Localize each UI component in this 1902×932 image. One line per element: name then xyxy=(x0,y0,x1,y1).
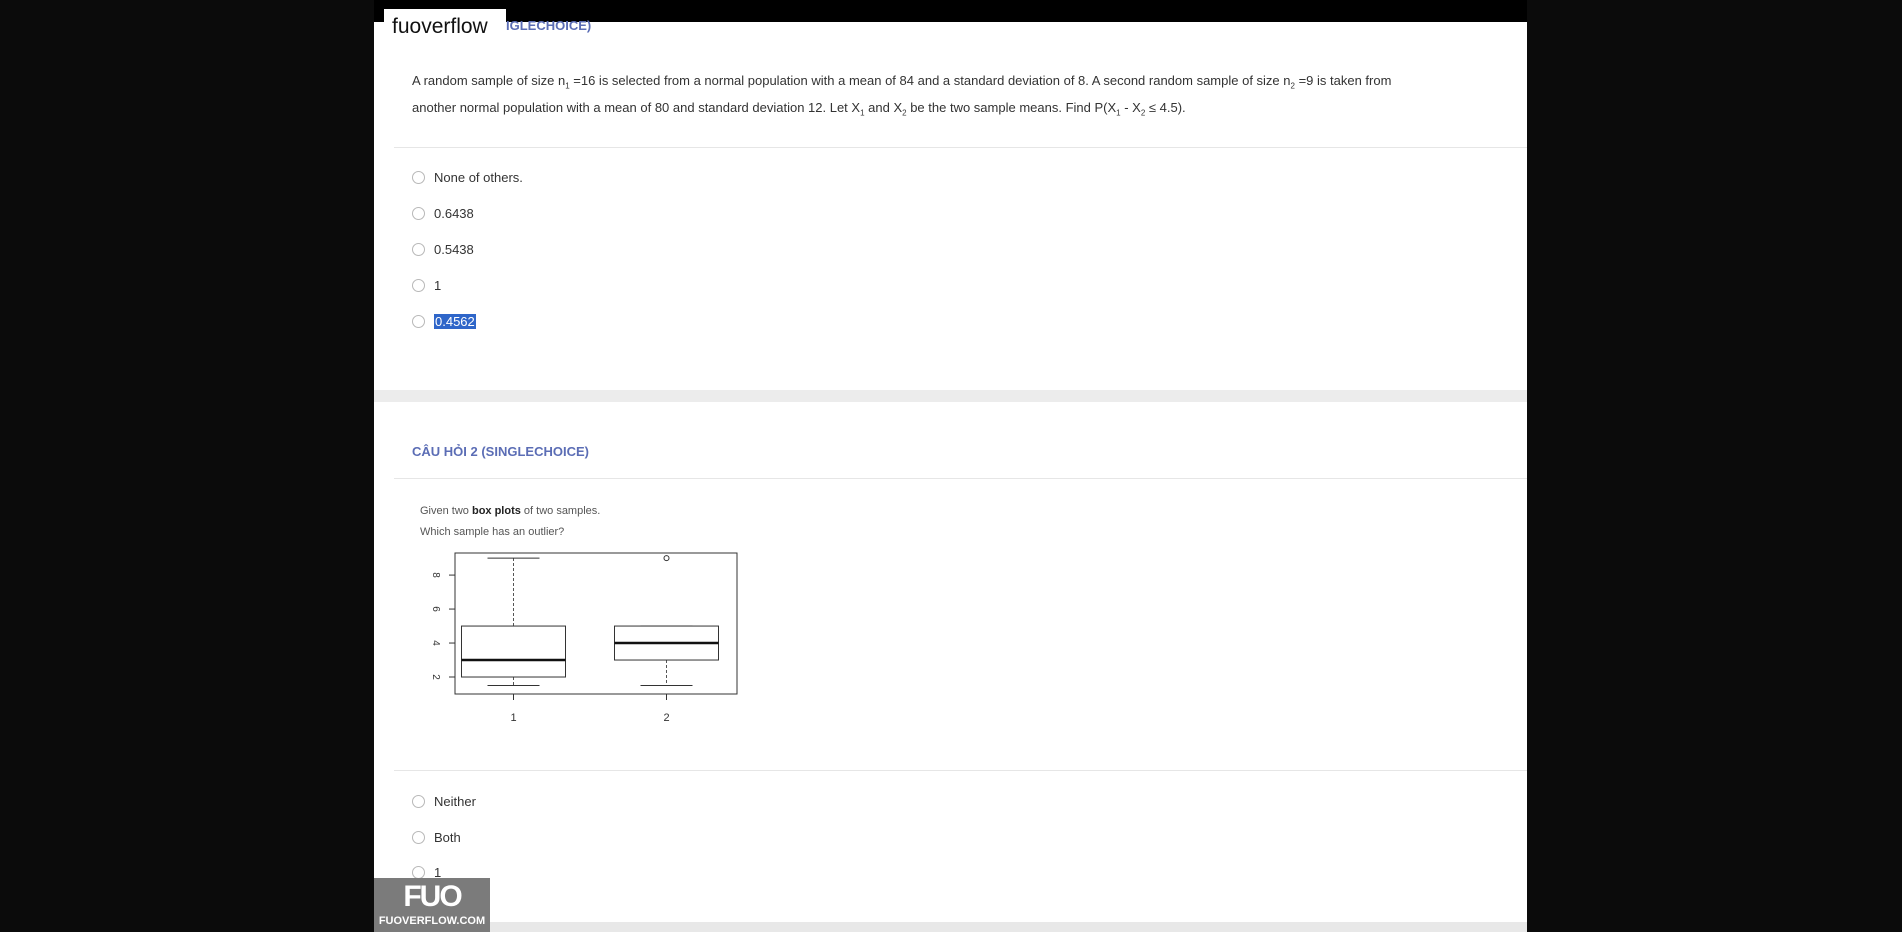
box-plot-chart: 2 4 6 8 1 2 xyxy=(430,552,738,724)
box-2-outlier-0 xyxy=(663,555,670,562)
option-label: Both xyxy=(434,829,461,845)
q2-option-1[interactable]: Neither xyxy=(412,792,476,810)
question-2-header: CÂU HỎI 2 (SINGLECHOICE) xyxy=(412,444,589,459)
question-1-header: IGLECHOICE) xyxy=(506,18,592,33)
divider xyxy=(394,147,1527,148)
x-tick-label-1: 1 xyxy=(510,712,516,724)
radio-button[interactable] xyxy=(412,314,425,328)
y-tick-label-4: 4 xyxy=(430,640,441,646)
x-tick-label-2: 2 xyxy=(663,712,669,724)
site-name-label: fuoverflow xyxy=(384,9,506,44)
y-tick-label-2: 2 xyxy=(430,674,441,680)
y-tick-label-8: 8 xyxy=(430,572,441,578)
radio-button[interactable] xyxy=(412,278,425,292)
q2-option-2[interactable]: Both xyxy=(412,828,461,846)
divider xyxy=(394,770,1527,771)
radio-button[interactable] xyxy=(412,794,425,808)
bottom-bar xyxy=(374,922,1527,932)
q1-option-4[interactable]: 1 xyxy=(412,276,441,294)
fuoverflow-logo: FUO FUOVERFLOW.COM xyxy=(374,878,490,932)
q1-option-1[interactable]: None of others. xyxy=(412,168,523,186)
logo-text: FUOVERFLOW.COM xyxy=(378,915,486,927)
radio-button[interactable] xyxy=(412,865,425,879)
radio-button[interactable] xyxy=(412,170,425,184)
radio-button[interactable] xyxy=(412,830,425,844)
option-label: 1 xyxy=(434,277,442,293)
option-label-selected: 0.4562 xyxy=(434,313,476,329)
question-2-intro: Given two box plots of two samples. xyxy=(420,505,601,517)
option-label: None of others. xyxy=(434,169,523,185)
y-tick-label-6: 6 xyxy=(430,606,441,612)
panel-divider xyxy=(374,390,1527,402)
q1-option-2[interactable]: 0.6438 xyxy=(412,204,474,222)
radio-button[interactable] xyxy=(412,242,425,256)
option-label: 0.5438 xyxy=(434,241,474,257)
option-label: Neither xyxy=(434,793,476,809)
question-1-text: A random sample of size n1 =16 is select… xyxy=(412,73,1392,118)
radio-button[interactable] xyxy=(412,206,425,220)
q1-option-5[interactable]: 0.4562 xyxy=(412,312,476,330)
q1-option-3[interactable]: 0.5438 xyxy=(412,240,474,258)
box-1-iqr-box xyxy=(461,625,566,678)
divider xyxy=(394,478,1527,479)
option-label: 0.6438 xyxy=(434,205,474,221)
logo-mark: FUO xyxy=(403,880,462,913)
question-2-prompt: Which sample has an outlier? xyxy=(420,526,565,538)
